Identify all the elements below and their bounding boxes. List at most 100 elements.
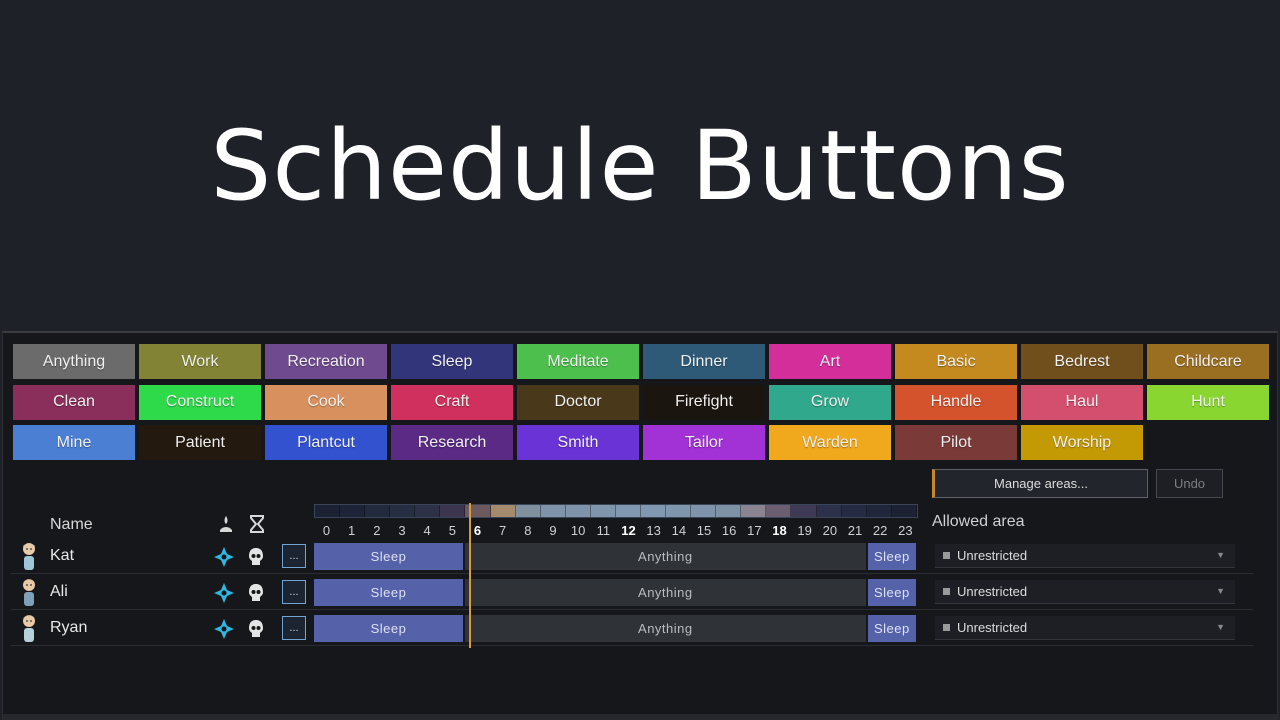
schedule-button-firefight[interactable]: Firefight <box>643 384 765 420</box>
hour-cell <box>666 505 692 517</box>
schedule-button-bedrest[interactable]: Bedrest <box>1021 344 1143 379</box>
meditation-focus-icon[interactable] <box>217 514 235 534</box>
hour-cell <box>615 505 642 517</box>
schedule-block-sleep[interactable]: Sleep <box>867 579 916 606</box>
hour-label: 2 <box>373 523 381 538</box>
colonist-name[interactable]: Ryan <box>50 619 87 637</box>
timetable-options-button[interactable]: ... <box>282 544 306 568</box>
schedule-block-sleep[interactable]: Sleep <box>314 543 463 570</box>
chevron-down-icon: ▼ <box>1216 586 1225 596</box>
schedule-button-work[interactable]: Work <box>139 344 261 379</box>
hour-cell <box>866 505 892 517</box>
schedule-button-dinner[interactable]: Dinner <box>643 344 765 379</box>
schedule-button-mine[interactable]: Mine <box>13 425 135 460</box>
bottom-strip <box>3 714 1279 720</box>
hour-cell <box>816 505 842 517</box>
name-column-header[interactable]: Name <box>50 516 93 534</box>
skull-icon[interactable] <box>247 618 265 640</box>
schedule-block-anything[interactable]: Anything <box>465 579 866 606</box>
hour-cell <box>766 505 792 517</box>
hour-label: 15 <box>696 523 712 538</box>
schedule-button-doctor[interactable]: Doctor <box>517 384 639 420</box>
schedule-button-worship[interactable]: Worship <box>1021 425 1143 460</box>
schedule-block-sleep[interactable]: Sleep <box>867 543 916 570</box>
schedule-button-research[interactable]: Research <box>391 425 513 460</box>
schedule-button-tailor[interactable]: Tailor <box>643 425 765 460</box>
hour-label: 14 <box>671 523 687 538</box>
hour-cell <box>365 505 391 517</box>
schedule-button-art[interactable]: Art <box>769 344 891 379</box>
hour-label: 1 <box>348 523 356 538</box>
allowed-area-dropdown[interactable]: Unrestricted ▼ <box>935 580 1235 604</box>
current-time-marker <box>469 503 471 648</box>
schedule-block-sleep[interactable]: Sleep <box>314 615 463 642</box>
hour-label: 16 <box>721 523 737 538</box>
schedule-block-sleep[interactable]: Sleep <box>867 615 916 642</box>
allowed-area-dropdown[interactable]: Unrestricted ▼ <box>935 616 1235 640</box>
schedule-block-anything[interactable]: Anything <box>465 615 866 642</box>
timetable-options-button[interactable]: ... <box>282 616 306 640</box>
schedule-button-sleep[interactable]: Sleep <box>391 344 513 379</box>
hourglass-icon[interactable] <box>248 514 266 534</box>
hour-label: 12 <box>621 523 636 538</box>
manage-areas-button[interactable]: Manage areas... <box>932 469 1148 498</box>
schedule-button-patient[interactable]: Patient <box>139 425 261 460</box>
hour-cell <box>716 505 742 517</box>
hour-cell <box>340 505 366 517</box>
allowed-area-dropdown[interactable]: Unrestricted ▼ <box>935 544 1235 568</box>
colonist-avatar[interactable] <box>18 612 40 644</box>
colonist-avatar[interactable] <box>18 540 40 572</box>
medical-care-icon[interactable] <box>213 618 235 640</box>
colonist-row: Ali... Sleep Anything Sleep Unrestricted ▼ <box>11 575 1253 610</box>
colonist-name[interactable]: Ali <box>50 583 68 601</box>
page-title: Schedule Buttons <box>210 110 1070 222</box>
timetable-options-button[interactable]: ... <box>282 580 306 604</box>
schedule-button-anything[interactable]: Anything <box>13 344 135 379</box>
schedule-panel: Anything Work Recreation Sleep Meditate Dinne… <box>2 331 1279 720</box>
area-color-swatch <box>943 624 950 631</box>
schedule-button-grow[interactable]: Grow <box>769 384 891 420</box>
undo-button[interactable]: Undo <box>1156 469 1223 498</box>
schedule-button-craft[interactable]: Craft <box>391 384 513 420</box>
schedule-button-warden[interactable]: Warden <box>769 425 891 460</box>
colonist-name[interactable]: Kat <box>50 547 74 565</box>
chevron-down-icon: ▼ <box>1216 622 1225 632</box>
hour-label: 17 <box>747 523 762 538</box>
schedule-button-haul[interactable]: Haul <box>1021 384 1143 420</box>
schedule-button-hunt[interactable]: Hunt <box>1147 384 1269 420</box>
hour-label: 21 <box>847 523 863 538</box>
hour-label: 9 <box>549 523 557 538</box>
schedule-button-recreation[interactable]: Recreation <box>265 344 387 379</box>
schedule-block-sleep[interactable]: Sleep <box>314 579 463 606</box>
schedule-button-construct[interactable]: Construct <box>139 384 261 420</box>
hour-label: 7 <box>499 523 507 538</box>
hour-cell <box>891 505 917 517</box>
schedule-button-basic[interactable]: Basic <box>895 344 1017 379</box>
hour-cell <box>641 505 667 517</box>
hour-cell <box>565 505 591 517</box>
schedule-button-clean[interactable]: Clean <box>13 384 135 420</box>
hour-timeline <box>314 504 918 518</box>
hour-cell <box>515 505 541 517</box>
schedule-block-anything[interactable]: Anything <box>465 543 866 570</box>
schedule-button-meditate[interactable]: Meditate <box>517 344 639 379</box>
medical-care-icon[interactable] <box>213 546 235 568</box>
hour-label: 23 <box>898 523 913 538</box>
schedule-button-handle[interactable]: Handle <box>895 384 1017 420</box>
chevron-down-icon: ▼ <box>1216 550 1225 560</box>
schedule-button-pilot[interactable]: Pilot <box>895 425 1017 460</box>
schedule-button-childcare[interactable]: Childcare <box>1147 344 1269 379</box>
colonist-row: Ryan... Sleep Anything Sleep Unrestricted ▼ <box>11 611 1253 646</box>
colonist-avatar[interactable] <box>18 576 40 608</box>
hour-cell <box>390 505 416 517</box>
medical-care-icon[interactable] <box>213 582 235 604</box>
skull-icon[interactable] <box>247 582 265 604</box>
hour-label: 0 <box>322 523 331 538</box>
skull-icon[interactable] <box>247 546 265 568</box>
hour-label: 22 <box>872 523 888 538</box>
schedule-button-cook[interactable]: Cook <box>265 384 387 420</box>
schedule-button-smith[interactable]: Smith <box>517 425 639 460</box>
hour-label: 20 <box>822 523 838 538</box>
schedule-button-plantcut[interactable]: Plantcut <box>265 425 387 460</box>
hour-cell <box>841 505 867 517</box>
